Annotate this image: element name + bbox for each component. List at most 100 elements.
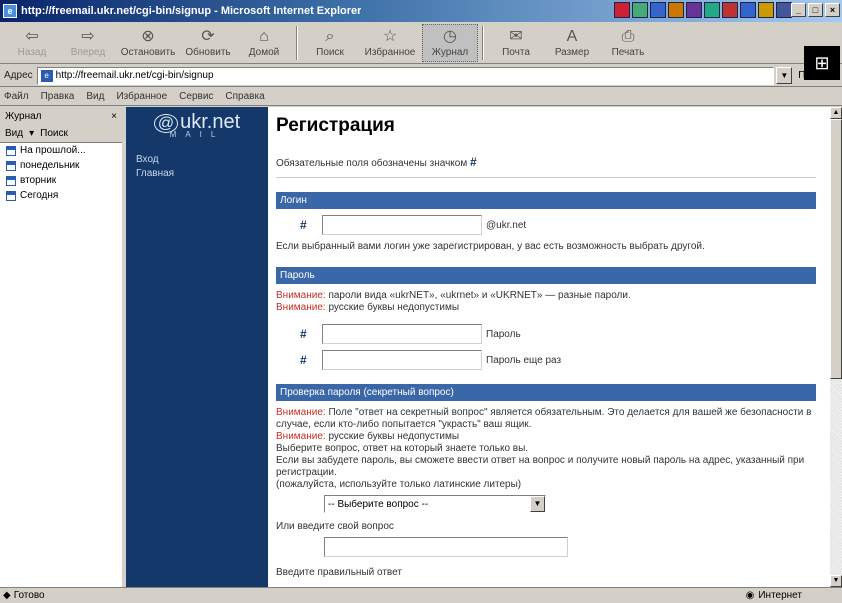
- size-button[interactable]: A Размер: [544, 24, 600, 62]
- status-bar: ◆ Готово ◉ Интернет: [0, 587, 842, 603]
- login-input[interactable]: [322, 215, 482, 235]
- address-dropdown-button[interactable]: ▼: [776, 67, 793, 84]
- menu-help[interactable]: Справка: [225, 91, 264, 102]
- page-title: Регистрация: [276, 115, 395, 136]
- globe-icon: ◉: [745, 590, 755, 601]
- maximize-button[interactable]: □: [808, 3, 823, 17]
- address-input[interactable]: e http://freemail.ukr.net/cgi-bin/signup: [36, 66, 775, 85]
- tray-icon[interactable]: [722, 2, 738, 18]
- refresh-button[interactable]: ⟳ Обновить: [180, 24, 236, 62]
- sidebar-item[interactable]: На прошлой...: [0, 143, 122, 158]
- mail-icon: ✉: [509, 28, 523, 45]
- nav-link-login[interactable]: Вход: [126, 153, 268, 167]
- menu-view[interactable]: Вид: [86, 91, 104, 102]
- favorites-button[interactable]: ☆ Избранное: [358, 24, 422, 62]
- secret-line-3: (пожалуйста, используйте только латински…: [276, 479, 522, 490]
- stop-button[interactable]: ⊗ Остановить: [116, 24, 180, 62]
- address-label: Адрес: [4, 70, 33, 81]
- printer-icon: ⎙: [621, 28, 635, 45]
- required-mark: #: [300, 353, 307, 367]
- home-button[interactable]: ⌂ Домой: [236, 24, 292, 62]
- page-scrollbar[interactable]: ▲ ▼: [830, 107, 842, 587]
- scroll-up-icon[interactable]: ▲: [830, 107, 842, 119]
- menu-edit[interactable]: Правка: [41, 91, 75, 102]
- section-login: Логин: [276, 192, 816, 209]
- answer-label: Введите правильный ответ: [276, 567, 402, 578]
- scroll-thumb[interactable]: [830, 119, 842, 379]
- chevron-down-icon[interactable]: ▾: [29, 128, 34, 139]
- tray-icon[interactable]: [668, 2, 684, 18]
- minimize-button[interactable]: _: [791, 3, 806, 17]
- password-repeat-input[interactable]: [322, 350, 482, 370]
- back-button[interactable]: ⇦ Назад: [4, 24, 60, 62]
- address-bar: Адрес e http://freemail.ukr.net/cgi-bin/…: [0, 65, 842, 87]
- calendar-icon: [6, 160, 16, 171]
- tray-icon[interactable]: [740, 2, 756, 18]
- page-done-icon: ◆: [3, 590, 11, 601]
- scroll-track[interactable]: [830, 119, 842, 575]
- tray-icon[interactable]: [704, 2, 720, 18]
- menu-tools[interactable]: Сервис: [179, 91, 213, 102]
- sidebar-item[interactable]: понедельник: [0, 158, 122, 173]
- favorites-icon: ☆: [382, 28, 398, 45]
- tray-icon[interactable]: [650, 2, 666, 18]
- custom-question-input[interactable]: [324, 537, 568, 557]
- menu-favorites[interactable]: Избранное: [116, 91, 167, 102]
- tray-icon[interactable]: [614, 2, 630, 18]
- password-row: # Пароль: [276, 324, 816, 344]
- refresh-icon: ⟳: [201, 28, 215, 45]
- page-icon: e: [40, 69, 53, 82]
- security-zone: ◉ Интернет: [745, 590, 802, 601]
- required-mark: #: [300, 327, 307, 341]
- close-button[interactable]: ×: [825, 3, 840, 17]
- history-sidebar: Журнал × Вид ▾ Поиск На прошлой... понед…: [0, 107, 124, 587]
- nav-link-home[interactable]: Главная: [126, 167, 268, 181]
- ie-icon: e: [3, 4, 17, 18]
- browser-toolbar: ⇦ Назад ⇨ Вперед ⊗ Остановить ⟳ Обновить ⌂ До…: [0, 22, 842, 80]
- address-url: http://freemail.ukr.net/cgi-bin/signup: [55, 69, 214, 81]
- password-input[interactable]: [322, 324, 482, 344]
- search-button[interactable]: ⌕ Поиск: [302, 24, 358, 62]
- chevron-down-icon[interactable]: ▼: [530, 496, 545, 512]
- sidebar-item[interactable]: вторник: [0, 173, 122, 188]
- sidebar-item[interactable]: Сегодня: [0, 188, 122, 203]
- password-warning-1: Внимание: пароли вида «ukrNET», «ukrnet»…: [276, 290, 631, 301]
- page-content: @ ukr.net MAIL Вход Главная Регистрация О…: [126, 107, 830, 587]
- sidebar-view-button[interactable]: Вид: [5, 128, 23, 139]
- menu-bar: Файл Правка Вид Избранное Сервис Справка: [0, 88, 842, 106]
- forward-arrow-icon: ⇨: [81, 28, 95, 45]
- sidebar-search-button[interactable]: Поиск: [40, 128, 68, 139]
- toolbar-separator: [482, 25, 484, 60]
- secret-line-1: Выберите вопрос, ответ на который знаете…: [276, 443, 529, 454]
- scroll-down-icon[interactable]: ▼: [830, 575, 842, 587]
- tray-icon[interactable]: [758, 2, 774, 18]
- forward-button[interactable]: ⇨ Вперед: [60, 24, 116, 62]
- secret-warning-2: Внимание: русские буквы недопустимы: [276, 431, 460, 442]
- sidebar-close-icon[interactable]: ×: [111, 111, 117, 122]
- text-size-icon: A: [566, 28, 578, 45]
- tray-icons: [614, 2, 792, 18]
- custom-question-label: Или введите свой вопрос: [276, 521, 394, 532]
- history-icon: ◷: [443, 28, 457, 45]
- login-note: Если выбранный вами логин уже зарегистри…: [276, 241, 705, 252]
- back-arrow-icon: ⇦: [25, 28, 39, 45]
- sidebar-tools: Вид ▾ Поиск: [0, 125, 122, 143]
- print-button[interactable]: ⎙ Печать: [600, 24, 656, 62]
- secret-question-select[interactable]: -- Выберите вопрос -- ▼: [324, 495, 546, 513]
- mail-button[interactable]: ✉ Почта: [488, 24, 544, 62]
- search-icon: ⌕: [325, 28, 335, 45]
- window-title: http://freemail.ukr.net/cgi-bin/signup -…: [21, 5, 362, 17]
- sidebar-header: Журнал ×: [0, 107, 122, 125]
- menu-file[interactable]: Файл: [4, 91, 29, 102]
- password-repeat-label: Пароль еще раз: [486, 354, 562, 366]
- section-secret-question: Проверка пароля (секретный вопрос): [276, 384, 816, 401]
- stop-icon: ⊗: [141, 28, 155, 45]
- signup-form: Регистрация Обязательные поля обозначены…: [276, 107, 816, 579]
- password-warning-2: Внимание: русские буквы недопустимы: [276, 302, 460, 313]
- history-button[interactable]: ◷ Журнал: [422, 23, 478, 62]
- tray-icon[interactable]: [776, 2, 792, 18]
- tray-icon[interactable]: [686, 2, 702, 18]
- tray-icon[interactable]: [632, 2, 648, 18]
- section-password: Пароль: [276, 267, 816, 284]
- go-button[interactable]: Переход: [798, 70, 838, 81]
